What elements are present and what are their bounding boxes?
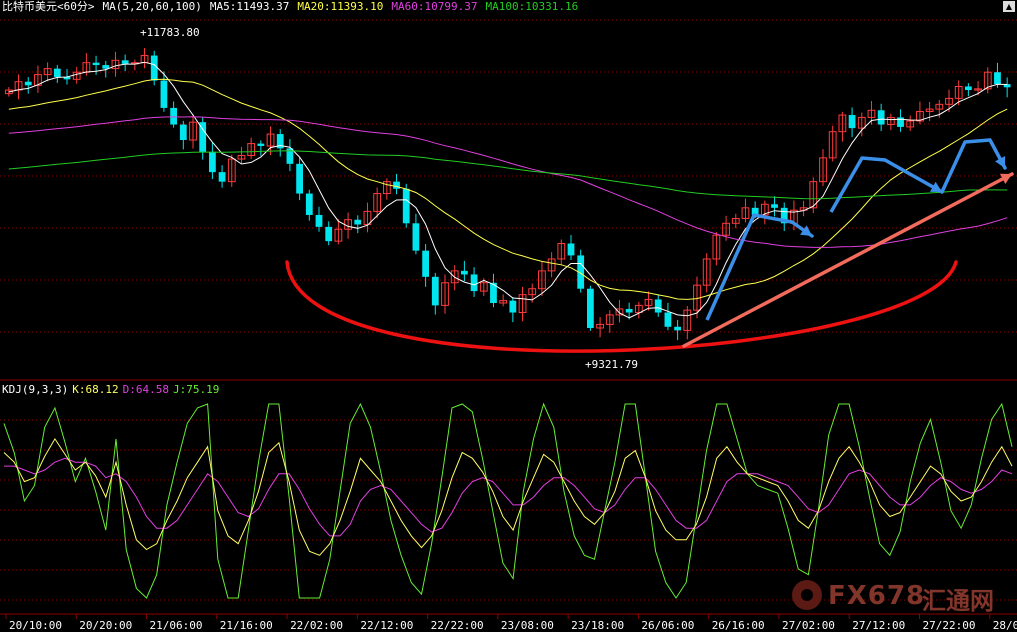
rounding-bottom-arc	[285, 260, 958, 353]
ma20-value: MA20:11393.10	[297, 0, 384, 13]
candle-body	[402, 188, 410, 224]
ma5-line	[8, 61, 1008, 319]
candle-body	[150, 55, 158, 81]
ma-indicator-label: MA(5,20,60,100)	[102, 0, 202, 13]
candle-body	[412, 223, 420, 251]
x-tick-label: 27/02:00	[782, 619, 835, 632]
candle-body	[964, 86, 972, 91]
x-tick-label: 22/12:00	[360, 619, 413, 632]
kdj-j-value: J:75.19	[172, 383, 220, 396]
ma20-line	[8, 78, 1008, 300]
x-tick-label: 26/06:00	[641, 619, 694, 632]
candle-body	[257, 143, 265, 146]
high-price-label: +11783.80	[140, 26, 200, 39]
kdj-indicator-label: KDJ(9,3,3)	[2, 383, 69, 396]
candle-body	[354, 219, 362, 225]
candle-body	[509, 300, 517, 313]
x-tick-label: 23/18:00	[571, 619, 624, 632]
ma100-value: MA100:10331.16	[485, 0, 579, 13]
candle-body	[674, 326, 682, 331]
x-tick-label: 22/22:00	[431, 619, 484, 632]
candle-body	[160, 80, 168, 108]
logo-cn: 汇通网	[922, 587, 994, 615]
logo-mark-icon	[792, 580, 822, 610]
candle-body	[53, 68, 61, 77]
candle-body	[24, 81, 32, 86]
fx678-logo: FX678 汇通网	[792, 578, 1014, 615]
candle-body	[654, 299, 662, 313]
kdj-header: KDJ(9,3,3) K:68.12 D:64.58 J:75.19	[2, 383, 227, 397]
candle-body	[218, 172, 226, 182]
candle-body	[92, 62, 100, 66]
kdj-d-line	[4, 457, 1013, 537]
candle-body	[586, 288, 594, 328]
x-tick-label: 22/02:00	[290, 619, 343, 632]
chart-canvas: 20/10:00 20/20:00 21/06:00 21/16:00 22/02:00…	[0, 19, 1017, 632]
candle-body	[431, 276, 439, 306]
candle-body	[393, 181, 400, 189]
wave-path	[705, 213, 793, 321]
candle-body	[179, 124, 187, 141]
candle-body	[296, 163, 304, 194]
candle-body	[102, 65, 110, 69]
x-tick-label: 21/16:00	[220, 619, 273, 632]
candle-body	[208, 151, 216, 173]
candle-body	[664, 312, 672, 327]
x-tick-label: 27/22:00	[923, 619, 976, 632]
x-tick-label: 26/16:00	[712, 619, 765, 632]
x-axis: 20/10:00 20/20:00 21/06:00 21/16:00 22/02:00…	[5, 614, 1017, 632]
trend-overlays	[285, 138, 1014, 353]
x-tick-label: 27/12:00	[852, 619, 905, 632]
candle-body	[325, 226, 333, 242]
candle-body	[567, 243, 575, 256]
instrument-title: 比特币美元<60分>	[2, 0, 95, 13]
kdj-k-value: K:68.12	[72, 383, 119, 396]
candle-body	[460, 270, 468, 275]
x-tick-label: 28/08:00	[993, 619, 1017, 632]
low-price-label: +9321.79	[585, 358, 638, 371]
candle-body	[315, 214, 323, 227]
x-tick-label: 20/20:00	[79, 619, 132, 632]
moving-average-lines	[8, 61, 1008, 319]
ma60-value: MA60:10799.37	[391, 0, 478, 13]
price-header: 比特币美元<60分> MA(5,20,60,100) MA5:11493.37 MA2…	[2, 0, 586, 14]
kdj-d-value: D:64.58	[122, 383, 169, 396]
candle-body	[625, 308, 633, 313]
wave-path	[940, 138, 991, 193]
logo-brand: FX678	[828, 581, 926, 611]
kdj-series	[3, 402, 1013, 599]
candle-body	[170, 107, 178, 125]
scroll-up-button[interactable]: ▲	[1003, 1, 1015, 12]
candle-body	[877, 110, 885, 125]
candle-body	[121, 60, 129, 64]
x-tick-label: 23/08:00	[501, 619, 554, 632]
candle-body	[422, 250, 430, 277]
candle-body	[994, 72, 1001, 85]
candle-body	[305, 193, 313, 215]
candle-body	[771, 204, 778, 208]
candle-body	[848, 115, 856, 129]
x-tick-label: 20/10:00	[9, 619, 62, 632]
ma5-value: MA5:11493.37	[209, 0, 290, 13]
x-tick-label: 21/06:00	[150, 619, 203, 632]
candlestick-series	[4, 48, 1011, 341]
kdj-j-line	[3, 402, 1013, 599]
ma100-line	[8, 150, 1008, 200]
candle-body	[470, 274, 478, 292]
